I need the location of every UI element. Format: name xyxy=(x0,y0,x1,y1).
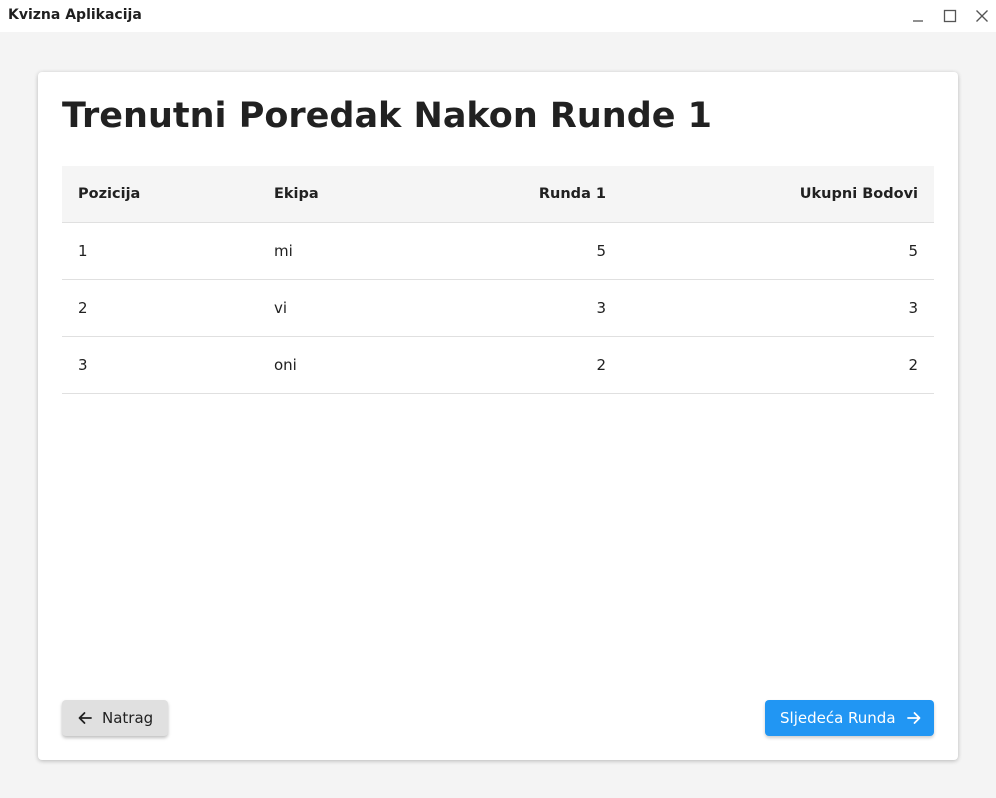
arrow-left-icon xyxy=(76,709,94,727)
standings-table: Pozicija Ekipa Runda 1 Ukupni Bodovi 1 m… xyxy=(62,166,934,394)
table-row: 2 vi 3 3 xyxy=(62,279,934,337)
minimize-icon xyxy=(913,20,923,22)
column-header-total-points[interactable]: Ukupni Bodovi xyxy=(622,166,934,223)
cell-total-points: 2 xyxy=(622,336,934,394)
title-bar: Kvizna Aplikacija xyxy=(0,0,996,32)
standings-card: Trenutni Poredak Nakon Runde 1 Pozicija … xyxy=(38,72,958,760)
back-button-label: Natrag xyxy=(102,709,154,727)
arrow-right-icon xyxy=(905,709,923,727)
close-button[interactable] xyxy=(966,0,996,32)
cell-position: 3 xyxy=(62,336,258,394)
maximize-button[interactable] xyxy=(934,0,966,32)
cell-round-1: 3 xyxy=(518,279,622,337)
column-header-round-1[interactable]: Runda 1 xyxy=(518,166,622,223)
column-header-team[interactable]: Ekipa xyxy=(258,166,518,223)
cell-total-points: 5 xyxy=(622,222,934,280)
cell-position: 1 xyxy=(62,222,258,280)
cell-total-points: 3 xyxy=(622,279,934,337)
next-round-button-label: Sljedeća Runda xyxy=(780,709,896,727)
cell-team: mi xyxy=(258,222,518,280)
page-title: Trenutni Poredak Nakon Runde 1 xyxy=(62,96,713,136)
cell-team: vi xyxy=(258,279,518,337)
app-title: Kvizna Aplikacija xyxy=(8,7,142,23)
cell-team: oni xyxy=(258,336,518,394)
cell-round-1: 2 xyxy=(518,336,622,394)
back-button[interactable]: Natrag xyxy=(62,700,168,736)
table-row: 3 oni 2 2 xyxy=(62,336,934,394)
table-row: 1 mi 5 5 xyxy=(62,222,934,280)
next-round-button[interactable]: Sljedeća Runda xyxy=(765,700,934,736)
maximize-icon xyxy=(943,9,957,23)
cell-round-1: 5 xyxy=(518,222,622,280)
cell-position: 2 xyxy=(62,279,258,337)
table-header-row: Pozicija Ekipa Runda 1 Ukupni Bodovi xyxy=(62,166,934,223)
close-icon xyxy=(976,10,988,22)
column-header-position[interactable]: Pozicija xyxy=(62,166,258,223)
minimize-button[interactable] xyxy=(902,0,934,32)
